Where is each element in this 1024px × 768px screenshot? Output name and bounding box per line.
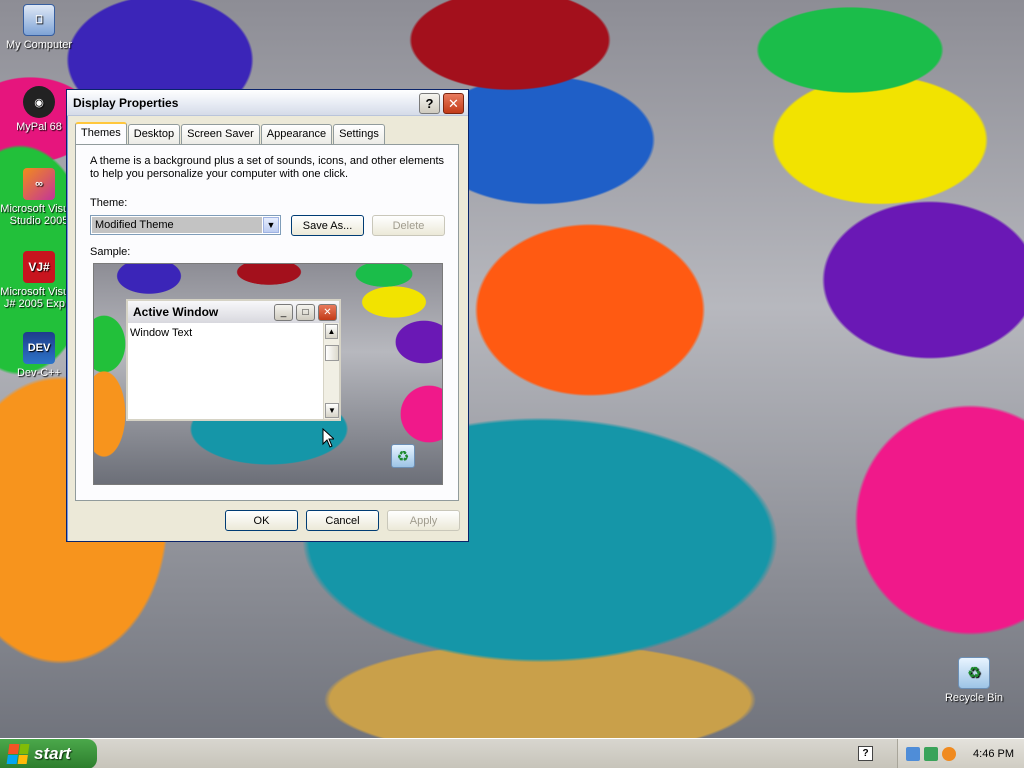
theme-dropdown[interactable]: Modified Theme ▼ <box>90 215 281 235</box>
delete-button[interactable]: Delete <box>372 215 445 236</box>
tab-themes[interactable]: Themes <box>75 122 127 145</box>
tab-screen-saver[interactable]: Screen Saver <box>181 124 260 144</box>
chevron-down-icon[interactable]: ▼ <box>263 217 279 233</box>
dev-cpp-icon: DEV <box>23 332 55 364</box>
search-icon[interactable] <box>942 747 956 761</box>
sample-window-text: Window Text <box>130 327 193 339</box>
theme-description: A theme is a background plus a set of so… <box>90 155 445 180</box>
visual-studio-icon: ∞ <box>23 168 55 200</box>
question-mark-icon: ? <box>425 96 434 111</box>
sample-active-window: Active Window _ □ ✕ Window Text ▲ ▼ <box>126 299 341 421</box>
tab-desktop[interactable]: Desktop <box>127 124 181 144</box>
help-button[interactable]: ? <box>419 93 440 114</box>
apply-button[interactable]: Apply <box>387 510 460 531</box>
clock[interactable]: 4:46 PM <box>973 748 1014 760</box>
system-tray: 4:46 PM <box>897 739 1024 768</box>
desktop-icon-label: MyPal 68 <box>16 121 62 133</box>
save-as-button[interactable]: Save As... <box>291 215 364 236</box>
desktop-icon-label: Dev-C++ <box>16 367 62 379</box>
window-title: Display Properties <box>73 95 179 110</box>
desktop-icon-my-computer[interactable]: ⎕ My Computer <box>0 4 78 51</box>
recycle-bin-icon: ♻ <box>391 444 415 468</box>
ok-button[interactable]: OK <box>225 510 298 531</box>
tab-strip: Themes Desktop Screen Saver Appearance S… <box>75 122 386 145</box>
desktop-icon-label: My Computer <box>5 39 73 51</box>
sample-scrollbar: ▲ ▼ <box>323 323 339 419</box>
desktop-icon-label: Recycle Bin <box>944 692 1004 704</box>
help-icon[interactable]: ? <box>858 746 873 761</box>
windows-logo-icon <box>6 744 30 764</box>
display-properties-window: Display Properties ? ✕ Themes Desktop Sc… <box>66 89 469 542</box>
vjsharp-icon: VJ# <box>23 251 55 283</box>
scroll-thumb <box>325 345 339 361</box>
close-icon: ✕ <box>318 304 337 321</box>
desktop-icon-recycle-bin[interactable]: ♻ Recycle Bin <box>935 657 1013 704</box>
start-button[interactable]: start <box>0 739 97 768</box>
network-icon[interactable] <box>906 747 920 761</box>
theme-sample-preview: Active Window _ □ ✕ Window Text ▲ ▼ ♻ <box>93 263 443 485</box>
window-title-bar[interactable]: Display Properties <box>67 90 468 116</box>
scroll-up-icon: ▲ <box>325 324 338 339</box>
minimize-icon: _ <box>274 304 293 321</box>
start-label: start <box>34 744 71 763</box>
cancel-button[interactable]: Cancel <box>306 510 379 531</box>
mouse-cursor-icon <box>322 428 334 448</box>
close-icon: ✕ <box>448 95 459 111</box>
taskbar: start ? 4:46 PM <box>0 738 1024 768</box>
antivirus-icon[interactable] <box>924 747 938 761</box>
tab-appearance[interactable]: Appearance <box>260 124 333 144</box>
theme-label: Theme: <box>90 197 128 209</box>
sample-label: Sample: <box>90 246 131 258</box>
my-computer-icon: ⎕ <box>23 4 55 36</box>
recycle-bin-icon: ♻ <box>958 657 990 689</box>
theme-dropdown-value: Modified Theme <box>92 217 262 233</box>
maximize-icon: □ <box>296 304 315 321</box>
tab-settings[interactable]: Settings <box>333 124 385 144</box>
close-button[interactable]: ✕ <box>443 93 464 114</box>
mypal-icon: ◉ <box>23 86 55 118</box>
themes-panel: A theme is a background plus a set of so… <box>75 144 459 501</box>
scroll-down-icon: ▼ <box>325 403 339 418</box>
